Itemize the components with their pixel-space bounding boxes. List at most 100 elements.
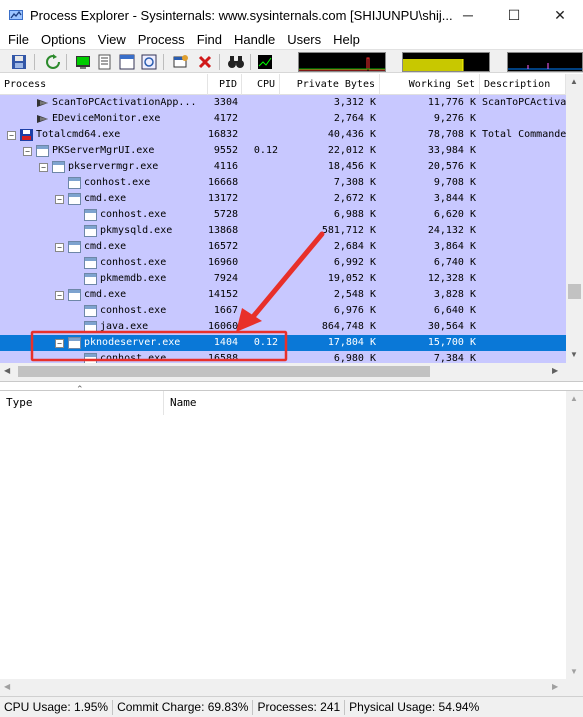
table-row[interactable]: − cmd.exe 16572 2,684 K 3,864 K <box>0 239 566 255</box>
process-private-bytes: 581,712 K <box>321 225 376 236</box>
process-working-set: 20,576 K <box>427 161 476 172</box>
lower-horizontal-scrollbar[interactable]: ◀ ▶ <box>0 679 583 696</box>
kill-process-icon[interactable] <box>196 53 214 71</box>
commit-history-graph[interactable] <box>402 52 490 72</box>
process-vertical-scrollbar[interactable]: ▲ ▼ <box>566 74 583 363</box>
menu-help[interactable]: Help <box>327 32 366 47</box>
status-processes: Processes: 241 <box>253 699 346 715</box>
col-private-bytes[interactable]: Private Bytes <box>280 74 380 95</box>
cpu-history-graph[interactable] <box>298 52 386 72</box>
refresh-icon[interactable] <box>44 53 62 71</box>
col-process[interactable]: Process <box>0 74 208 95</box>
console-window-icon <box>84 225 97 237</box>
find-window-icon[interactable] <box>172 53 190 71</box>
process-name: cmd.exe <box>84 193 127 204</box>
console-window-icon <box>68 337 81 349</box>
table-row[interactable]: ScanToPCActivationApp... 3304 3,312 K 11,77… <box>0 95 566 111</box>
lower-vertical-scrollbar[interactable]: ▲ ▼ <box>566 391 583 679</box>
collapse-toggle-icon[interactable]: − <box>55 243 64 252</box>
minimize-button[interactable]: ─ <box>445 0 491 30</box>
io-history-graph[interactable] <box>507 52 583 72</box>
process-description <box>482 175 566 191</box>
col-working-set[interactable]: Working Set <box>380 74 480 95</box>
totalcmd-icon <box>20 129 33 141</box>
menu-process[interactable]: Process <box>132 32 191 47</box>
close-button[interactable]: ✕ <box>537 0 583 30</box>
table-row[interactable]: − Totalcmd64.exe 16832 40,436 K 78,708 K Tota… <box>0 127 566 143</box>
app-icon <box>37 99 48 107</box>
scroll-thumb[interactable] <box>568 284 581 299</box>
process-horizontal-scrollbar[interactable]: ◀ ▶ <box>0 363 583 381</box>
process-cpu: 0.12 <box>253 337 278 348</box>
table-row[interactable]: java.exe 16060 864,748 K 30,564 K <box>0 319 566 335</box>
process-pid: 16832 <box>208 129 238 140</box>
process-pid: 1667 <box>213 305 238 316</box>
process-pid: 14152 <box>208 289 238 300</box>
collapse-toggle-icon[interactable]: − <box>55 195 64 204</box>
table-row[interactable]: conhost.exe 1667 6,976 K 6,640 K <box>0 303 566 319</box>
col-pid[interactable]: PID <box>208 74 242 95</box>
process-explorer-app-icon <box>9 10 23 20</box>
process-name: cmd.exe <box>84 289 127 300</box>
scroll-thumb[interactable] <box>18 366 430 377</box>
table-row[interactable]: − cmd.exe 14152 2,548 K 3,828 K <box>0 287 566 303</box>
console-window-icon <box>84 321 97 333</box>
table-row[interactable]: conhost.exe 16588 6,980 K 7,384 K <box>0 351 566 363</box>
table-row[interactable]: conhost.exe 16960 6,992 K 6,740 K <box>0 255 566 271</box>
process-working-set: 30,564 K <box>427 321 476 332</box>
col-cpu[interactable]: CPU <box>242 74 280 95</box>
process-private-bytes: 864,748 K <box>321 321 376 332</box>
process-name: EDeviceMonitor.exe <box>52 113 161 124</box>
process-private-bytes: 2,684 K <box>333 241 376 252</box>
menu-view[interactable]: View <box>92 32 132 47</box>
process-pid: 16060 <box>208 321 238 332</box>
collapse-toggle-icon[interactable]: − <box>55 291 64 300</box>
table-row[interactable]: − cmd.exe 13172 2,672 K 3,844 K <box>0 191 566 207</box>
table-row[interactable]: EDeviceMonitor.exe 4172 2,764 K 9,276 K <box>0 111 566 127</box>
console-window-icon <box>36 145 49 157</box>
collapse-toggle-icon[interactable]: − <box>39 163 48 172</box>
process-name: Totalcmd64.exe <box>36 129 121 140</box>
process-name: conhost.exe <box>100 209 167 220</box>
process-name: PKServerMgrUI.exe <box>52 145 155 156</box>
process-pid: 4172 <box>213 113 238 124</box>
process-cpu <box>242 111 278 127</box>
table-row[interactable]: conhost.exe 5728 6,988 K 6,620 K <box>0 207 566 223</box>
process-pid: 5728 <box>213 209 238 220</box>
system-info-icon[interactable] <box>74 53 92 71</box>
menu-file[interactable]: File <box>2 32 35 47</box>
table-row[interactable]: − PKServerMgrUI.exe 9552 0.12 22,012 K 33,984… <box>0 143 566 159</box>
binoculars-icon[interactable] <box>227 53 245 71</box>
cpu-graph-icon[interactable] <box>256 53 274 71</box>
lower-col-type[interactable]: Type <box>0 391 164 415</box>
console-window-icon <box>84 305 97 317</box>
maximize-button[interactable]: ☐ <box>491 0 537 30</box>
collapse-toggle-icon[interactable]: − <box>23 147 32 156</box>
lower-col-name[interactable]: Name <box>164 391 566 415</box>
process-cpu <box>242 207 278 223</box>
collapse-toggle-icon[interactable]: − <box>55 339 64 348</box>
properties-icon[interactable] <box>96 53 114 71</box>
process-working-set: 3,864 K <box>433 241 476 252</box>
view-dlls-icon[interactable] <box>140 53 158 71</box>
table-row[interactable]: pkmemdb.exe 7924 19,052 K 12,328 K <box>0 271 566 287</box>
table-row[interactable]: pkmysqld.exe 13868 581,712 K 24,132 K <box>0 223 566 239</box>
save-icon[interactable] <box>10 53 28 71</box>
process-working-set: 6,620 K <box>433 209 476 220</box>
console-window-icon <box>84 209 97 221</box>
col-description[interactable]: Description <box>480 74 566 95</box>
table-row[interactable]: − pknodeserver.exe 1404 0.12 17,804 K 15,700 … <box>0 335 566 351</box>
process-private-bytes: 3,312 K <box>333 97 376 108</box>
process-cpu <box>242 127 278 143</box>
collapse-toggle-icon[interactable]: − <box>7 131 16 140</box>
process-description <box>482 351 566 363</box>
table-row[interactable]: conhost.exe 16668 7,308 K 9,708 K <box>0 175 566 191</box>
show-lower-pane-icon[interactable] <box>118 53 136 71</box>
table-row[interactable]: − pkservermgr.exe 4116 18,456 K 20,576 K <box>0 159 566 175</box>
process-working-set: 78,708 K <box>427 129 476 140</box>
menu-find[interactable]: Find <box>191 32 228 47</box>
menu-handle[interactable]: Handle <box>228 32 281 47</box>
console-window-icon <box>84 353 97 363</box>
menu-users[interactable]: Users <box>281 32 327 47</box>
menu-options[interactable]: Options <box>35 32 92 47</box>
